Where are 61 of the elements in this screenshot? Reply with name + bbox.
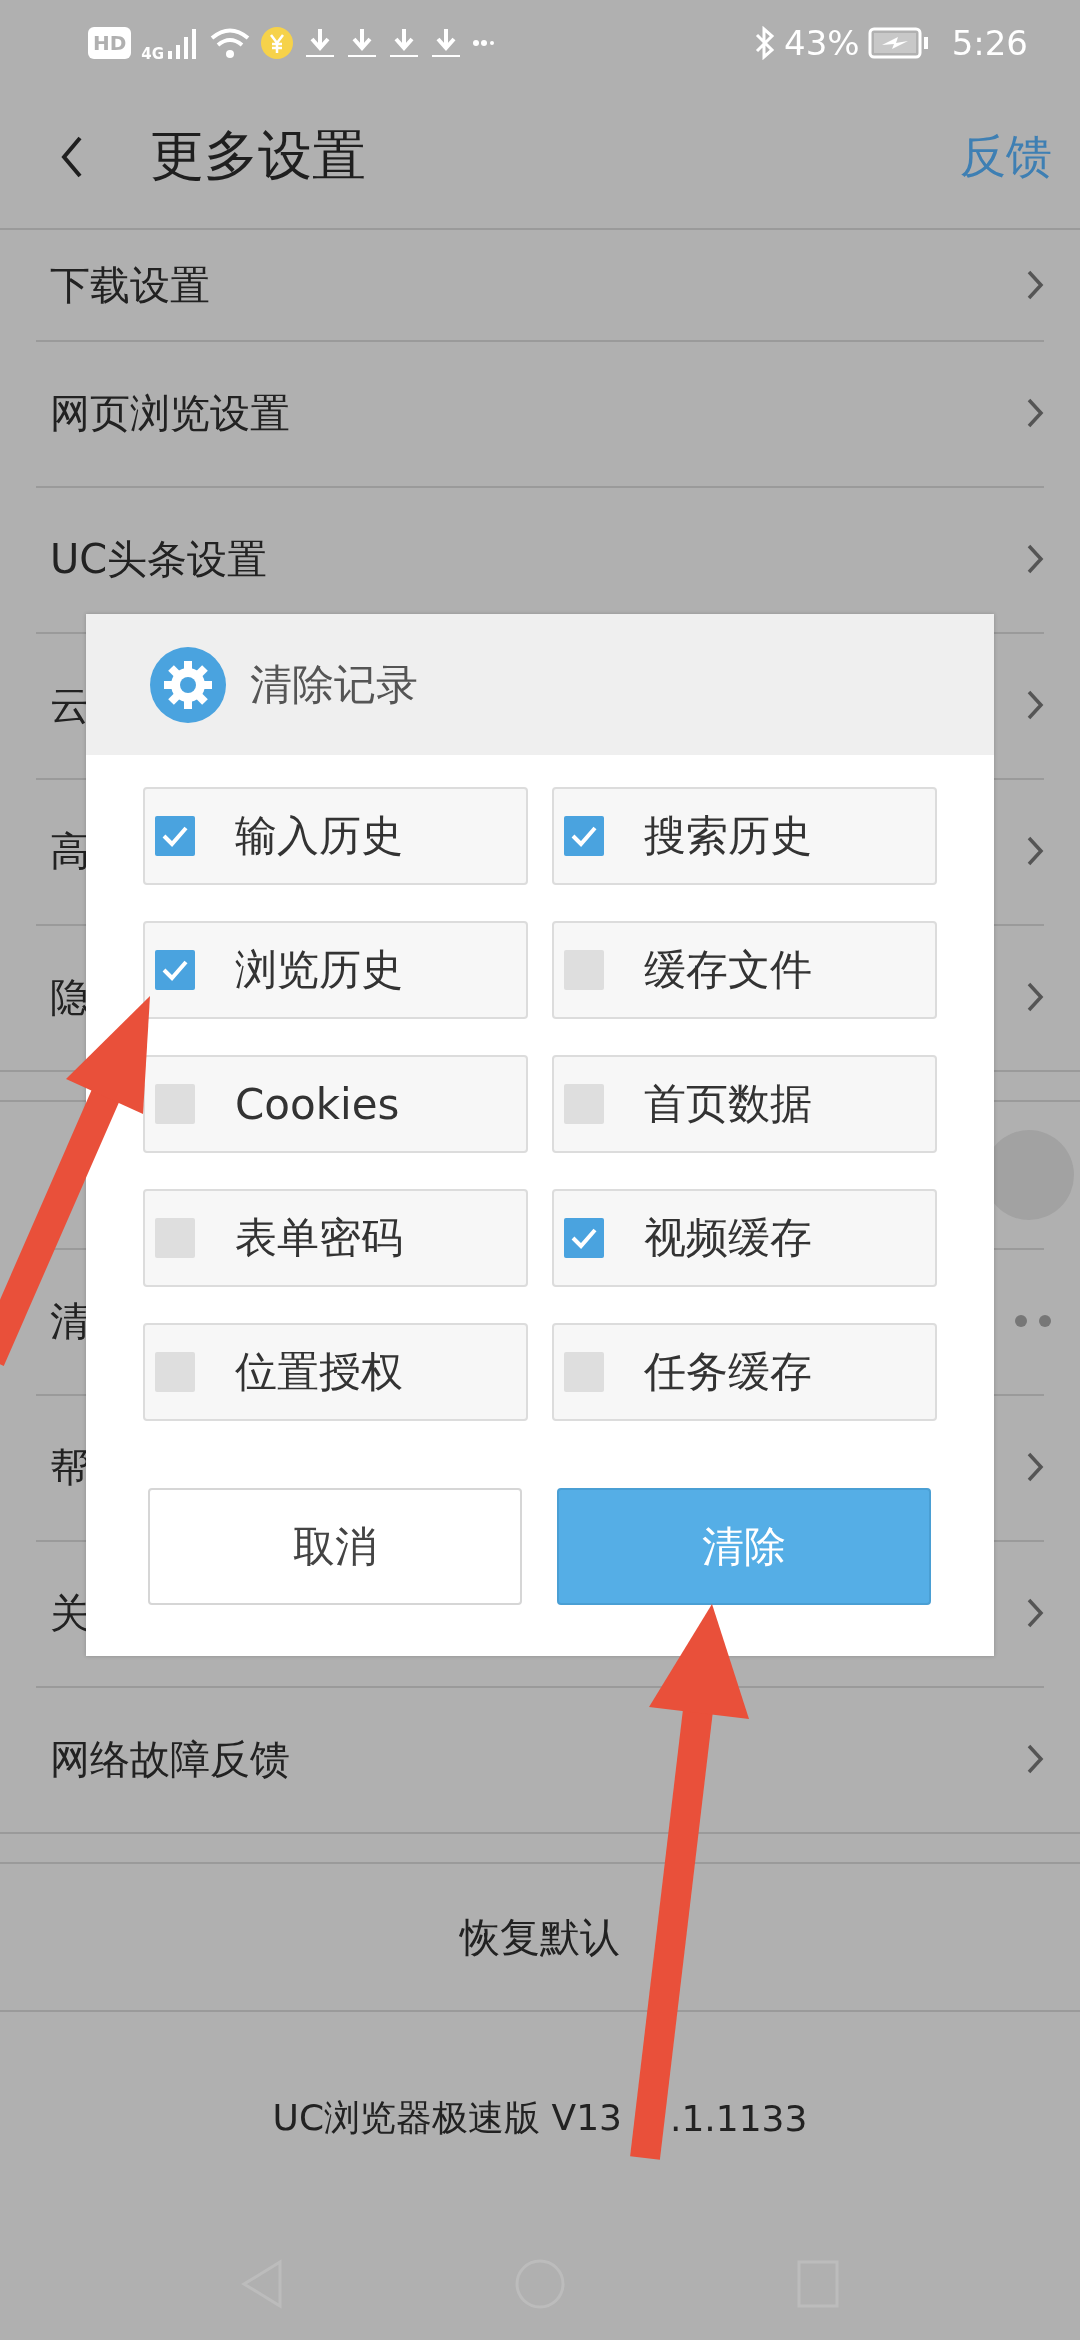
checkbox[interactable]	[564, 950, 604, 990]
setting-label[interactable]: 关	[50, 1585, 90, 1641]
more-icon[interactable]	[1014, 1314, 1054, 1328]
setting-label[interactable]: 帮	[50, 1439, 90, 1495]
checkbox[interactable]	[564, 1218, 604, 1258]
download-icon	[346, 26, 379, 59]
option-label: 输入历史	[235, 810, 403, 862]
option-label: 表单密码	[235, 1212, 403, 1264]
version-text: .1.1133	[669, 2097, 808, 2139]
wifi-icon	[210, 26, 251, 59]
download-icon	[304, 26, 337, 59]
chevron-icon	[1026, 1597, 1044, 1629]
option-label: Cookies	[235, 1079, 400, 1129]
setting-label[interactable]: 下载设置	[50, 257, 210, 313]
chevron-icon	[1026, 689, 1044, 721]
checkbox[interactable]	[155, 1084, 195, 1124]
option-label: 位置授权	[235, 1346, 403, 1398]
setting-label[interactable]: 高	[50, 823, 90, 879]
version-text: UC浏览器极速版 V13	[272, 2095, 622, 2140]
restore-defaults-button[interactable]: 恢复默认	[460, 1909, 620, 1965]
hd-badge: HD	[88, 26, 132, 59]
battery-percent: 43%	[784, 22, 860, 63]
page-title: 更多设置	[150, 123, 366, 189]
checkbox[interactable]	[564, 1352, 604, 1392]
chevron-icon	[1026, 543, 1044, 575]
checkbox[interactable]	[564, 1084, 604, 1124]
cancel-button[interactable]: 取消	[148, 1488, 522, 1605]
setting-label[interactable]: 网络故障反馈	[50, 1731, 290, 1787]
chevron-icon	[1026, 1743, 1044, 1775]
chevron-icon	[1026, 981, 1044, 1013]
setting-label[interactable]: 网页浏览设置	[50, 385, 290, 441]
network-type: 4G	[141, 44, 165, 63]
option-label: 首页数据	[644, 1078, 812, 1130]
more-icon	[472, 38, 497, 47]
option-label: 浏览历史	[235, 944, 403, 996]
option-label: 任务缓存	[644, 1346, 812, 1398]
setting-label[interactable]: 清	[50, 1293, 90, 1349]
download-icon	[430, 26, 463, 59]
battery-icon	[867, 26, 930, 59]
option-label: 搜索历史	[644, 810, 812, 862]
coin-icon	[260, 25, 295, 60]
bluetooth-icon	[754, 25, 777, 60]
checkbox[interactable]	[155, 1352, 195, 1392]
checkbox[interactable]	[155, 950, 195, 990]
chevron-icon	[1026, 269, 1044, 301]
clock-time: 5:26	[951, 22, 1028, 63]
setting-label[interactable]: 隐	[50, 969, 90, 1025]
dialog-title: 清除记录	[250, 658, 418, 711]
option-label: 视频缓存	[644, 1212, 812, 1264]
settings-icon	[150, 646, 226, 723]
back-icon[interactable]	[60, 134, 84, 179]
setting-label[interactable]: UC头条设置	[50, 531, 268, 587]
checkbox[interactable]	[155, 1218, 195, 1258]
setting-label[interactable]: 云	[50, 677, 90, 733]
option-label: 缓存文件	[644, 944, 812, 996]
chevron-icon	[1026, 835, 1044, 867]
download-icon	[388, 26, 421, 59]
checkbox[interactable]	[564, 816, 604, 856]
chevron-icon	[1026, 397, 1044, 429]
checkbox[interactable]	[155, 816, 195, 856]
chevron-icon	[1026, 1451, 1044, 1483]
